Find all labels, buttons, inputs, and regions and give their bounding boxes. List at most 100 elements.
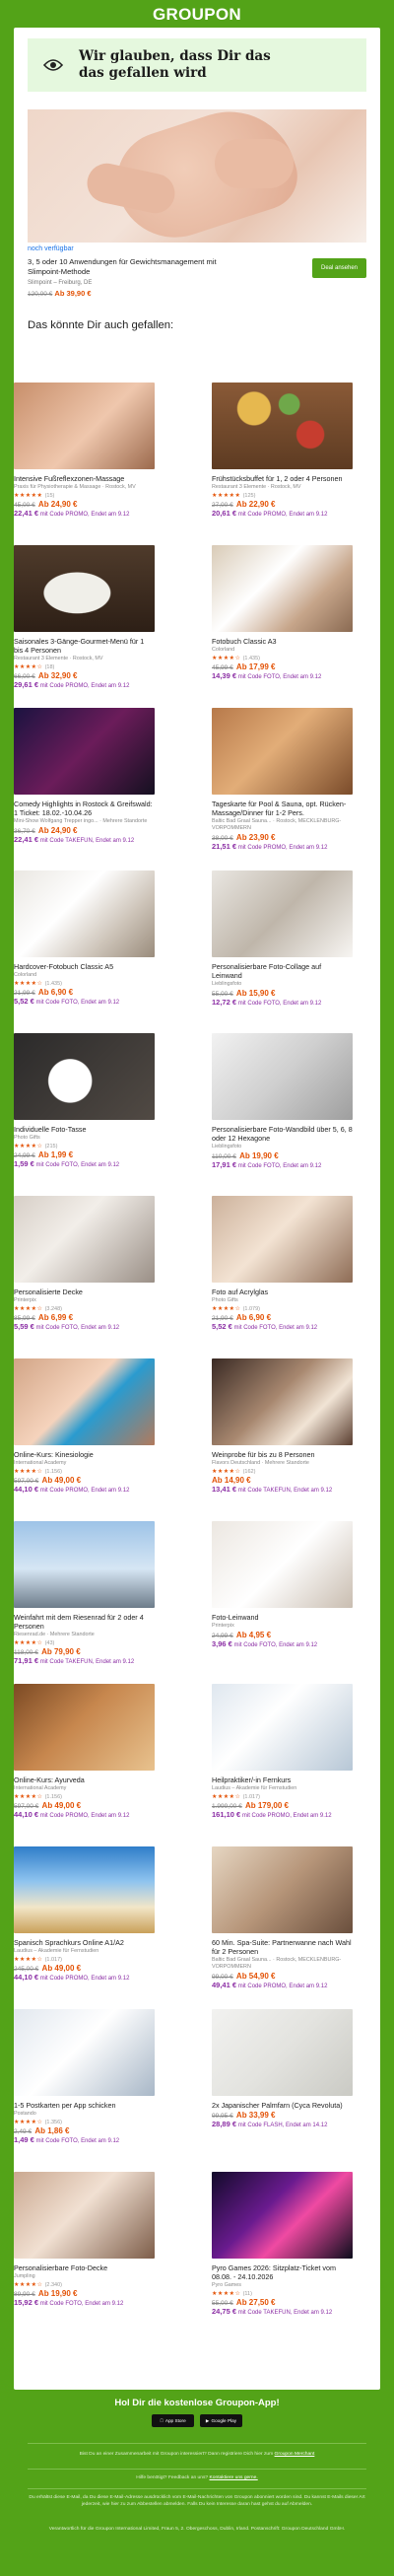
deal-image[interactable] <box>14 1196 155 1283</box>
new-price: Ab 33,99 € <box>235 2111 276 2120</box>
deal-title[interactable]: Spanisch Sprachkurs Online A1/A2 <box>14 1938 155 1947</box>
deal-image[interactable] <box>14 2172 155 2259</box>
deal-title[interactable]: Personalisierbare Foto-Collage auf Leinw… <box>212 962 353 980</box>
deal-title[interactable]: 2x Japanischer Palmfarn (Cyca Revoluta) <box>212 2101 353 2110</box>
deal-title[interactable]: Online-Kurs: Ayurveda <box>14 1775 155 1784</box>
deal-tile[interactable]: Heilpraktiker/-in Fernkurs Laudius – Akad… <box>212 1684 353 1846</box>
deal-image[interactable] <box>212 1196 353 1283</box>
promo-code-text: mit Code TAKEFUN, Endet am 9.12 <box>38 1659 135 1665</box>
deal-title[interactable]: Weinprobe für bis zu 8 Personen <box>212 1450 353 1459</box>
deal-image[interactable] <box>14 1684 155 1771</box>
deal-title[interactable]: Weinfahrt mit dem Riesenrad für 2 oder 4… <box>14 1613 155 1631</box>
deal-tile[interactable]: Foto auf Acrylglas Photo Gifts ★★★★☆ (1.07… <box>212 1196 353 1358</box>
deal-tile[interactable]: Personalisierbare Foto-Collage auf Leinw… <box>212 870 353 1033</box>
deal-image[interactable] <box>212 708 353 795</box>
deal-tile[interactable]: Weinprobe für bis zu 8 Personen Flavors D… <box>212 1358 353 1521</box>
google-play-badge[interactable]: ▶ Google Play <box>200 2414 242 2427</box>
deal-tile[interactable]: Online-Kurs: Kinesiologie International A… <box>14 1358 155 1521</box>
deal-tile[interactable]: Saisonales 3-Gänge-Gourmet-Menü für 1 bi… <box>14 545 155 708</box>
deal-title[interactable]: Saisonales 3-Gänge-Gourmet-Menü für 1 bi… <box>14 637 155 655</box>
deal-price: 2,49 € Ab 1,86 € <box>14 2126 155 2135</box>
deal-title[interactable]: Foto-Leinwand <box>212 1613 353 1622</box>
deal-title[interactable]: Personalisierbare Foto-Wandbild über 5, … <box>212 1125 353 1143</box>
hero-title[interactable]: 3, 5 oder 10 Anwendungen für Gewichtsman… <box>28 257 234 277</box>
deal-title[interactable]: Individuelle Foto-Tasse <box>14 1125 155 1134</box>
deal-image[interactable] <box>14 870 155 957</box>
deal-title[interactable]: Intensive Fußreflexzonen-Massage <box>14 474 155 483</box>
deal-image[interactable] <box>212 1521 353 1608</box>
deal-image[interactable] <box>14 383 155 469</box>
deal-image[interactable] <box>212 1358 353 1445</box>
deal-price: 85,99 € Ab 6,99 € <box>14 1313 155 1322</box>
deal-tile[interactable]: Hardcover-Fotobuch Classic A5 Colorland ★★… <box>14 870 155 1033</box>
deal-title[interactable]: Online-Kurs: Kinesiologie <box>14 1450 155 1459</box>
promo-price: 71,91 € <box>14 1656 39 1665</box>
promo-line: 12,72 € mit Code FOTO, Endet am 9.12 <box>212 999 353 1008</box>
deal-image[interactable] <box>14 708 155 795</box>
footer-divider <box>28 2443 366 2444</box>
promo-price: 1,49 € <box>14 2135 34 2144</box>
deal-tile[interactable]: Weinfahrt mit dem Riesenrad für 2 oder 4… <box>14 1521 155 1684</box>
deal-tile[interactable]: 1-5 Postkarten per App schicken Postando ★… <box>14 2009 155 2172</box>
deal-image[interactable] <box>14 1358 155 1445</box>
deal-title[interactable]: Personalisierte Decke <box>14 1288 155 1296</box>
deal-image[interactable] <box>212 383 353 469</box>
deal-image[interactable] <box>212 2009 353 2096</box>
app-store-badge[interactable]: App Store <box>152 2414 194 2427</box>
deal-merchant: Riesenrad.de · Mehrere Standorte <box>14 1632 95 1637</box>
deal-title[interactable]: Heilpraktiker/-in Fernkurs <box>212 1775 353 1784</box>
promo-line: 22,41 € mit Code TAKEFUN, Endet am 9.12 <box>14 836 155 845</box>
promo-price: 44,10 € <box>14 1973 39 1982</box>
merchant-link[interactable]: Groupon Merchant <box>275 2452 315 2457</box>
deal-merchant: International Academy <box>14 1460 67 1466</box>
deal-tile[interactable]: Comedy Highlights in Rostock & Greifswal… <box>14 708 155 870</box>
deal-image[interactable] <box>212 1846 353 1933</box>
groupon-logo[interactable]: GROUPON <box>153 5 241 25</box>
deal-image[interactable] <box>14 2009 155 2096</box>
deal-title[interactable]: Frühstücksbuffet für 1, 2 oder 4 Persone… <box>212 474 353 483</box>
deal-tile[interactable]: 2x Japanischer Palmfarn (Cyca Revoluta) 9… <box>212 2009 353 2172</box>
deal-title[interactable]: 60 Min. Spa-Suite: Partnerwanne nach Wah… <box>212 1938 353 1956</box>
deal-image[interactable] <box>212 2172 353 2259</box>
promo-line: 5,52 € mit Code FOTO, Endet am 9.12 <box>14 998 155 1007</box>
deal-tile[interactable]: Online-Kurs: Ayurveda International Acade… <box>14 1684 155 1846</box>
deal-title[interactable]: Fotobuch Classic A3 <box>212 637 353 646</box>
deal-tile[interactable]: Tageskarte für Pool & Sauna, opt. Rücken… <box>212 708 353 870</box>
deal-title[interactable]: Hardcover-Fotobuch Classic A5 <box>14 962 155 971</box>
deal-image[interactable] <box>212 1033 353 1120</box>
rating-stars: ★★★★☆ (1.435) <box>14 981 62 987</box>
deal-tile[interactable]: Personalisierbare Foto-Wandbild über 5, … <box>212 1033 353 1196</box>
hero-image[interactable] <box>28 109 366 243</box>
view-deal-button[interactable]: Deal ansehen <box>312 258 366 278</box>
new-price: Ab 15,90 € <box>235 989 276 998</box>
deal-image[interactable] <box>14 1033 155 1120</box>
old-price: 85,99 € <box>14 1315 35 1322</box>
deal-tile[interactable]: 60 Min. Spa-Suite: Partnerwanne nach Wah… <box>212 1846 353 2009</box>
deal-title[interactable]: Foto auf Acrylglas <box>212 1288 353 1296</box>
deal-tile[interactable]: Foto-Leinwand Printerpix 24,99 € Ab 4,95 €… <box>212 1521 353 1684</box>
deal-tile[interactable]: Pyro Games 2026: Sitzplatz-Ticket vom 08… <box>212 2172 353 2334</box>
deal-image[interactable] <box>212 870 353 957</box>
availability-link[interactable]: noch verfügbar <box>28 243 366 252</box>
deal-image[interactable] <box>212 1684 353 1771</box>
deal-image[interactable] <box>14 1846 155 1933</box>
deal-merchant: Flavors Deutschland · Mehrere Standorte <box>212 1460 309 1466</box>
deal-image[interactable] <box>212 545 353 632</box>
deal-tile[interactable]: Fotobuch Classic A3 Colorland ★★★★☆ (1.435… <box>212 545 353 708</box>
deal-title[interactable]: Personalisierbare Foto-Decke <box>14 2263 155 2272</box>
deal-title[interactable]: Pyro Games 2026: Sitzplatz-Ticket vom 08… <box>212 2263 353 2281</box>
deal-price: 597,00 € Ab 49,00 € <box>14 1476 155 1485</box>
hero-merchant: Slimpoint – Freiburg, DE <box>28 280 93 286</box>
deal-title[interactable]: 1-5 Postkarten per App schicken <box>14 2101 155 2110</box>
deal-tile[interactable]: Personalisierte Decke Printerpix ★★★★☆ (3.… <box>14 1196 155 1358</box>
deal-tile[interactable]: Personalisierbare Foto-Decke Jumpling ★★★★… <box>14 2172 155 2334</box>
deal-image[interactable] <box>14 1521 155 1608</box>
contact-link[interactable]: Kontaktiere uns gerne. <box>210 2475 258 2480</box>
deal-tile[interactable]: Individuelle Foto-Tasse Photo Gifts ★★★★☆ … <box>14 1033 155 1196</box>
deal-tile[interactable]: Frühstücksbuffet für 1, 2 oder 4 Persone… <box>212 383 353 545</box>
deal-tile[interactable]: Spanisch Sprachkurs Online A1/A2 Laudius … <box>14 1846 155 2009</box>
deal-title[interactable]: Comedy Highlights in Rostock & Greifswal… <box>14 800 155 817</box>
deal-image[interactable] <box>14 545 155 632</box>
deal-title[interactable]: Tageskarte für Pool & Sauna, opt. Rücken… <box>212 800 353 817</box>
deal-tile[interactable]: Intensive Fußreflexzonen-Massage Praxis f… <box>14 383 155 545</box>
